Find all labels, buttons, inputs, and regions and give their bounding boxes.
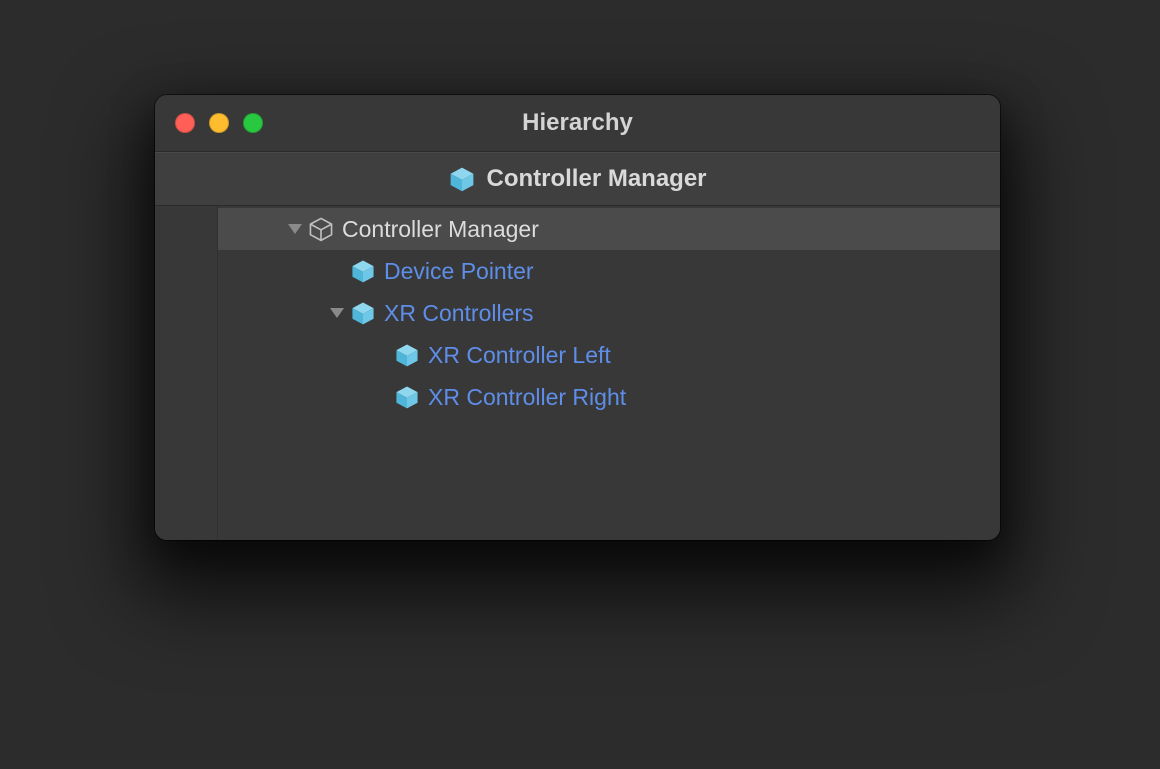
- expand-arrow-icon[interactable]: [330, 308, 344, 318]
- tree-row-device-pointer[interactable]: Device Pointer: [218, 250, 1000, 292]
- hierarchy-header[interactable]: Controller Manager: [155, 152, 1000, 206]
- tree-item-label: XR Controllers: [384, 300, 534, 327]
- zoom-icon[interactable]: [243, 113, 263, 133]
- prefab-cube-icon: [394, 342, 420, 368]
- hierarchy-tree: Controller Manager Device Pointer XR Con…: [218, 206, 1000, 540]
- tree-item-label: XR Controller Right: [428, 384, 626, 411]
- tree-row-xr-controller-left[interactable]: XR Controller Left: [218, 334, 1000, 376]
- hierarchy-gutter: [155, 206, 218, 540]
- tree-row-xr-controller-right[interactable]: XR Controller Right: [218, 376, 1000, 418]
- tree-item-label: Device Pointer: [384, 258, 534, 285]
- minimize-icon[interactable]: [209, 113, 229, 133]
- window-controls: [175, 113, 263, 133]
- tree-item-label: XR Controller Left: [428, 342, 611, 369]
- gameobject-cube-icon: [308, 216, 334, 242]
- tree-row-controller-manager[interactable]: Controller Manager: [218, 208, 1000, 250]
- tree-row-xr-controllers[interactable]: XR Controllers: [218, 292, 1000, 334]
- prefab-cube-icon: [350, 300, 376, 326]
- prefab-cube-icon: [350, 258, 376, 284]
- window-title: Hierarchy: [155, 109, 1000, 137]
- prefab-cube-icon: [448, 165, 476, 193]
- hierarchy-content: Controller Manager Device Pointer XR Con…: [155, 206, 1000, 540]
- header-label: Controller Manager: [486, 165, 706, 193]
- prefab-cube-icon: [394, 384, 420, 410]
- tree-item-label: Controller Manager: [342, 216, 539, 243]
- close-icon[interactable]: [175, 113, 195, 133]
- titlebar[interactable]: Hierarchy: [155, 95, 1000, 152]
- hierarchy-window: Hierarchy Controller Manager Controller …: [155, 95, 1000, 540]
- expand-arrow-icon[interactable]: [288, 224, 302, 234]
